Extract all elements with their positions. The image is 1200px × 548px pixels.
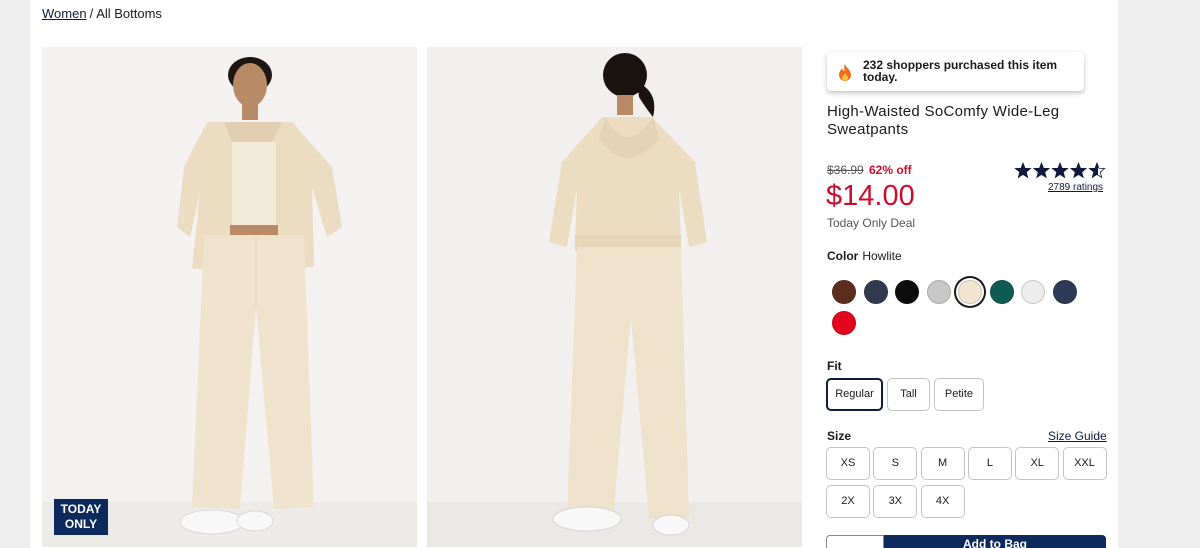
sale-price: $14.00: [826, 180, 915, 212]
color-label: Color: [827, 249, 859, 263]
size-option-xxl[interactable]: XXL: [1062, 447, 1107, 480]
size-option-xl[interactable]: XL: [1015, 447, 1060, 480]
social-proof-text: 232 shoppers purchased this item today.: [863, 58, 1058, 84]
size-option-3x[interactable]: 3X: [873, 485, 918, 518]
star-icon: [1032, 161, 1051, 179]
star-icon: [1014, 161, 1032, 179]
breadcrumb-women-link[interactable]: Women: [42, 6, 87, 21]
quantity-selector[interactable]: [826, 535, 884, 548]
color-swatch[interactable]: [895, 280, 919, 304]
deal-label: Today Only Deal: [827, 216, 916, 230]
today-only-line1: TODAY: [60, 502, 102, 516]
product-title: High-Waisted SoComfy Wide-Leg Sweatpants: [827, 103, 1060, 138]
star-icon: [1051, 161, 1069, 179]
size-option-l[interactable]: L: [967, 447, 1012, 480]
star-icon: [1088, 161, 1106, 179]
star-rating[interactable]: [1014, 161, 1106, 180]
color-swatch[interactable]: [863, 280, 888, 304]
flame-icon: [838, 64, 852, 86]
color-swatch[interactable]: [832, 280, 856, 304]
today-only-line2: ONLY: [64, 517, 98, 531]
rating-stars-icon: [1014, 161, 1106, 179]
color-swatch[interactable]: [958, 280, 982, 304]
color-selected-name: Howlite: [862, 249, 902, 263]
color-swatch[interactable]: [1021, 280, 1045, 304]
discount-percent: 62% off: [869, 163, 912, 177]
fit-option-regular[interactable]: Regular: [826, 378, 883, 411]
breadcrumb-current[interactable]: All Bottoms: [96, 6, 162, 21]
color-swatch[interactable]: [832, 311, 856, 335]
fit-option-tall[interactable]: Tall: [887, 378, 930, 411]
size-option-s[interactable]: S: [873, 447, 918, 480]
size-guide-link[interactable]: Size Guide: [1048, 429, 1107, 443]
today-only-badge: TODAY ONLY: [54, 499, 108, 535]
color-selection-label: Color Howlite: [827, 249, 902, 263]
star-icon: [1069, 161, 1088, 179]
color-swatch[interactable]: [926, 280, 951, 304]
size-option-m[interactable]: M: [920, 447, 965, 480]
breadcrumb: Women / All Bottoms: [42, 6, 162, 21]
fit-option-petite[interactable]: Petite: [934, 378, 984, 411]
original-price: $36.99: [827, 163, 864, 177]
size-option-2x[interactable]: 2X: [826, 485, 870, 518]
breadcrumb-separator: /: [89, 6, 94, 21]
size-option-xs[interactable]: XS: [826, 447, 870, 480]
product-image-back[interactable]: [427, 47, 802, 547]
social-proof-banner: 232 shoppers purchased this item today.: [827, 52, 1084, 91]
product-photo-back-illustration: [427, 47, 802, 547]
product-image-front[interactable]: TODAY ONLY: [42, 47, 417, 547]
size-option-4x[interactable]: 4X: [920, 485, 965, 518]
ratings-count-link[interactable]: 2789 ratings: [1048, 182, 1103, 193]
color-swatch[interactable]: [1052, 280, 1077, 304]
size-label: Size: [827, 429, 852, 443]
fit-label: Fit: [827, 359, 842, 373]
product-page: Women / All Bottoms TODAY ONLY 232 shopp…: [30, 0, 1118, 548]
add-to-bag-button[interactable]: Add to Bag: [884, 535, 1106, 548]
product-photo-front-illustration: [42, 47, 417, 547]
color-swatch[interactable]: [989, 280, 1014, 304]
